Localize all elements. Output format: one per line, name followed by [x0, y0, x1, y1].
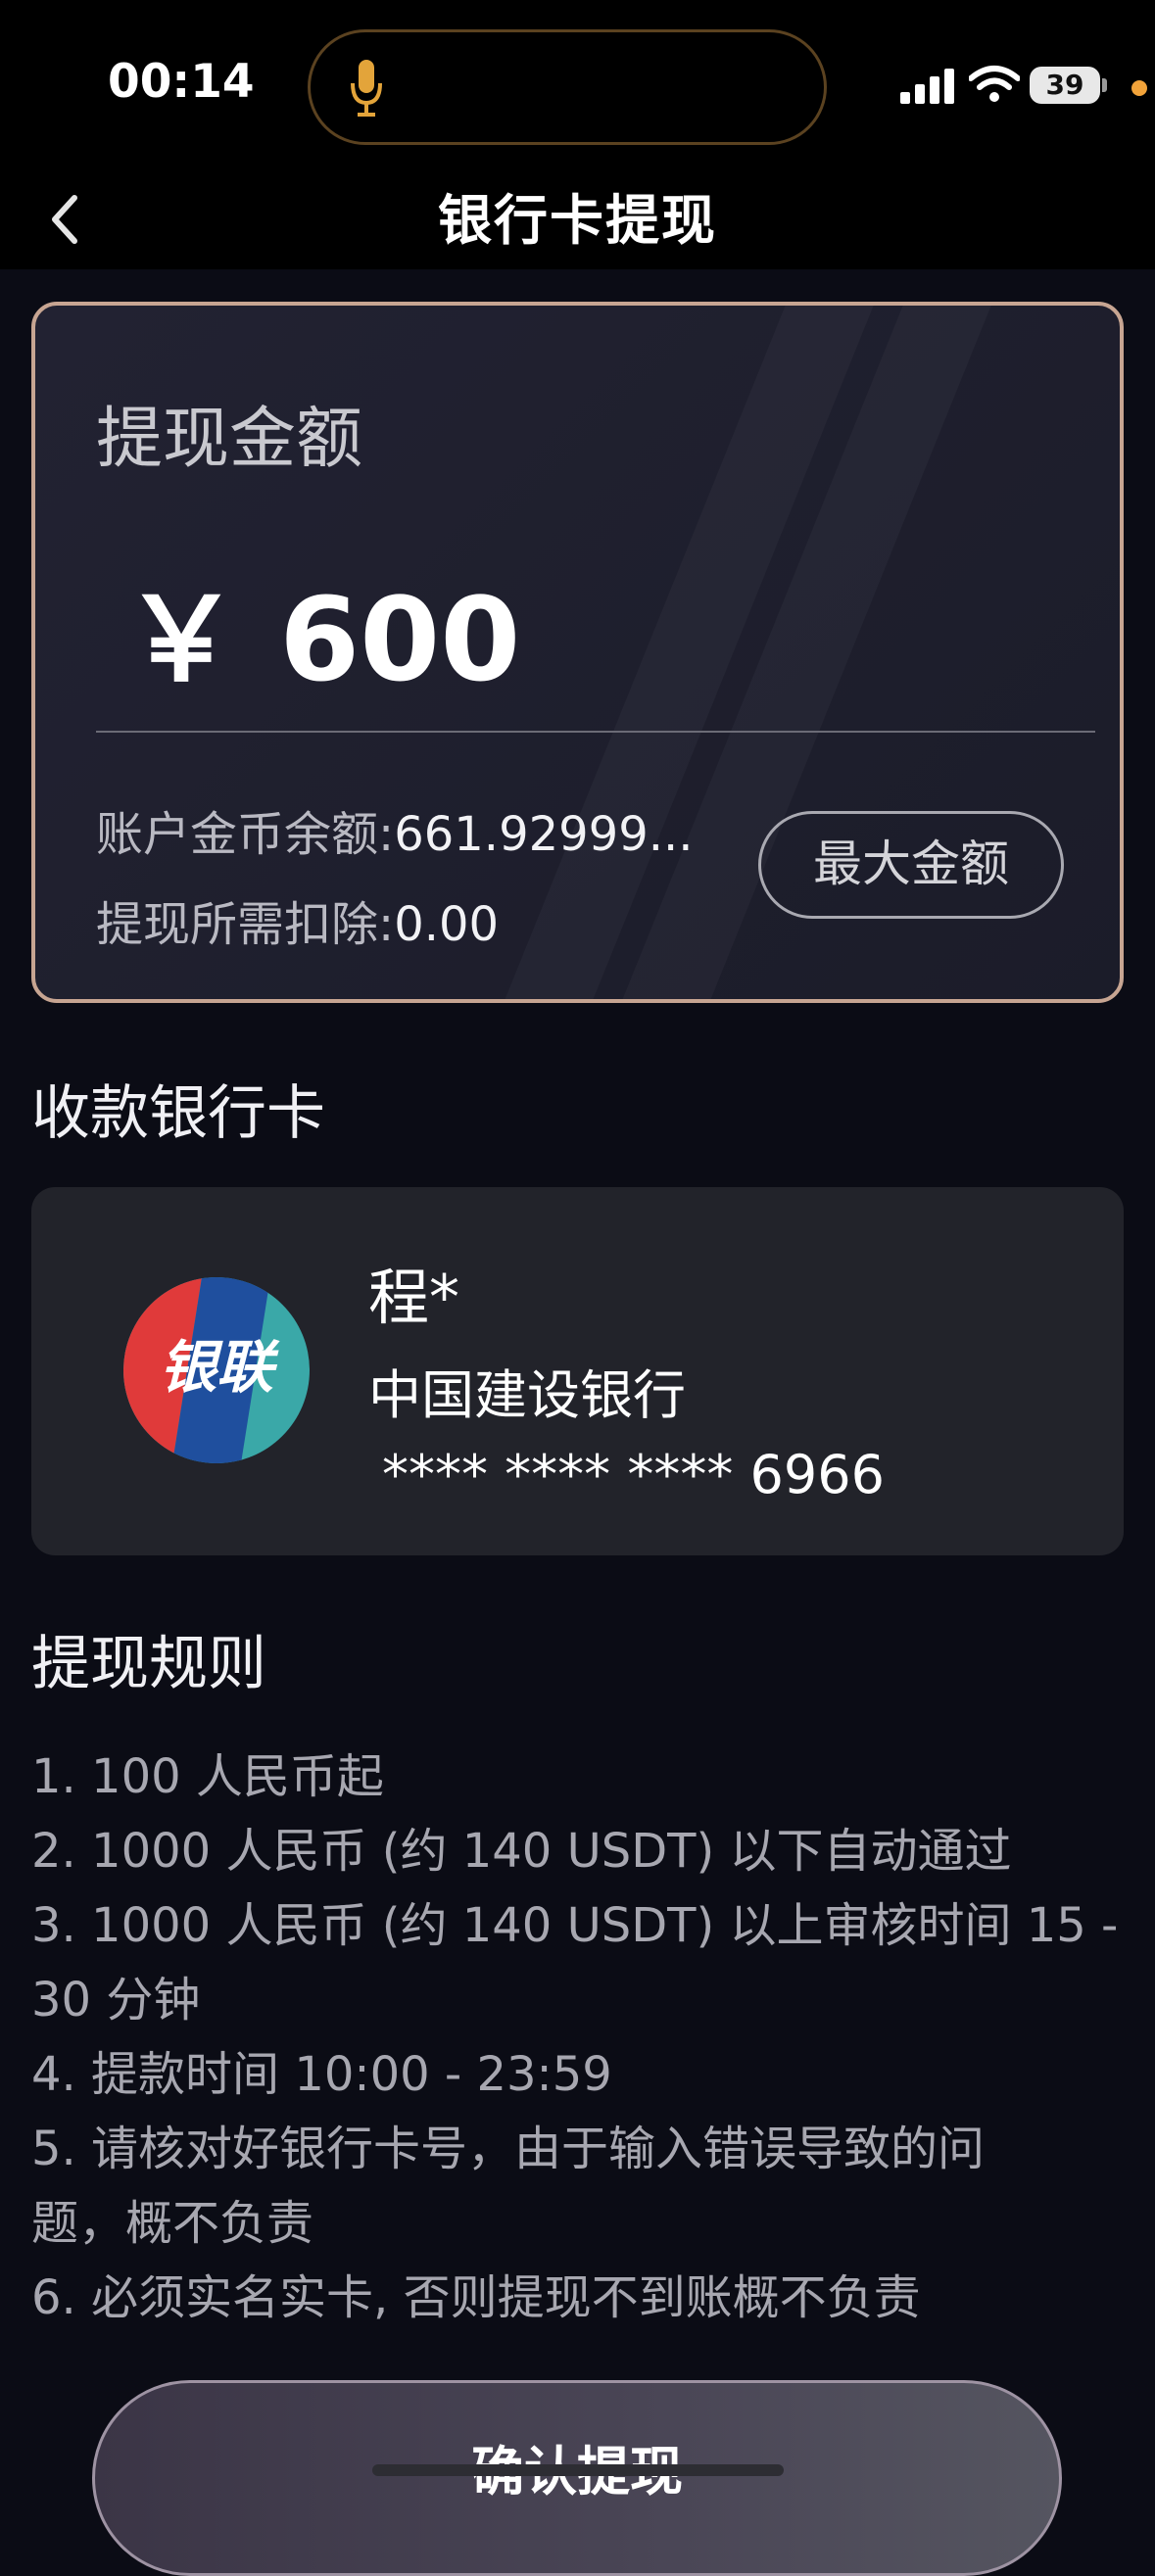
fee-label: 提现所需扣除:	[96, 897, 395, 952]
status-time: 00:14	[108, 55, 255, 109]
rule-line: 2. 1000 人民币 (约 140 USDT) 以下自动通过	[31, 1824, 1012, 1879]
rule-line: 4. 提款时间 10:00 - 23:59	[31, 2047, 612, 2102]
svg-text:银联: 银联	[160, 1334, 280, 1401]
wifi-icon	[969, 66, 1020, 102]
dynamic-island	[308, 29, 827, 145]
rule-line: 5. 请核对好银行卡号，由于输入错误导致的问	[31, 2122, 986, 2176]
max-amount-button[interactable]: 最大金额	[758, 811, 1064, 919]
bank-card[interactable]: 银联 程* 中国建设银行 **** **** **** 6966	[31, 1187, 1124, 1555]
amount-label: 提现金额	[96, 401, 363, 478]
card-holder-name: 程*	[368, 1262, 460, 1333]
status-bar: 00:14 39	[0, 0, 1155, 167]
signal-icon	[900, 69, 954, 104]
balance-label: 账户金币余额:	[96, 807, 395, 862]
card-number: **** **** **** 6966	[382, 1444, 885, 1505]
amount-input[interactable]: ￥ 600	[123, 546, 520, 713]
bank-section-title: 收款银行卡	[31, 1079, 325, 1148]
fee-row: 提现所需扣除:0.00	[96, 885, 499, 954]
rule-line: 1. 100 人民币起	[31, 1749, 384, 1804]
battery-cap	[1102, 78, 1107, 92]
status-indicators: 39	[842, 59, 1155, 118]
rule-line: 3. 1000 人民币 (约 140 USDT) 以上审核时间 15 -	[31, 1898, 1119, 1953]
unionpay-logo: 银联	[123, 1277, 310, 1463]
fee-value: 0.00	[394, 897, 500, 952]
rule-line: 题，概不负责	[31, 2196, 314, 2251]
confirm-withdraw-button[interactable]: 确认提现	[92, 2380, 1062, 2576]
nav-bar: 银行卡提现	[0, 167, 1155, 269]
page-title: 银行卡提现	[437, 189, 717, 252]
rule-line: 6. 必须实名实卡, 否则提现不到账概不负责	[31, 2270, 921, 2325]
withdraw-amount-card: 提现金额 ￥ 600 账户金币余额:661.92999... 提现所需扣除:0.…	[31, 302, 1124, 1003]
bank-name: 中国建设银行	[368, 1364, 686, 1426]
rules-title: 提现规则	[31, 1630, 266, 1698]
balance-row: 账户金币余额:661.92999...	[96, 795, 694, 864]
balance-value: 661.92999...	[394, 807, 694, 862]
battery-icon: 39	[1030, 67, 1100, 104]
home-indicator	[372, 2464, 784, 2476]
mic-icon	[351, 60, 382, 117]
privacy-indicator-dot	[1131, 80, 1147, 96]
amount-divider	[96, 731, 1095, 733]
rules-list: 1. 100 人民币起 2. 1000 人民币 (约 140 USDT) 以下自…	[31, 1740, 1129, 2335]
chevron-left-icon[interactable]	[39, 180, 88, 259]
rule-line: 30 分钟	[31, 1973, 201, 2027]
